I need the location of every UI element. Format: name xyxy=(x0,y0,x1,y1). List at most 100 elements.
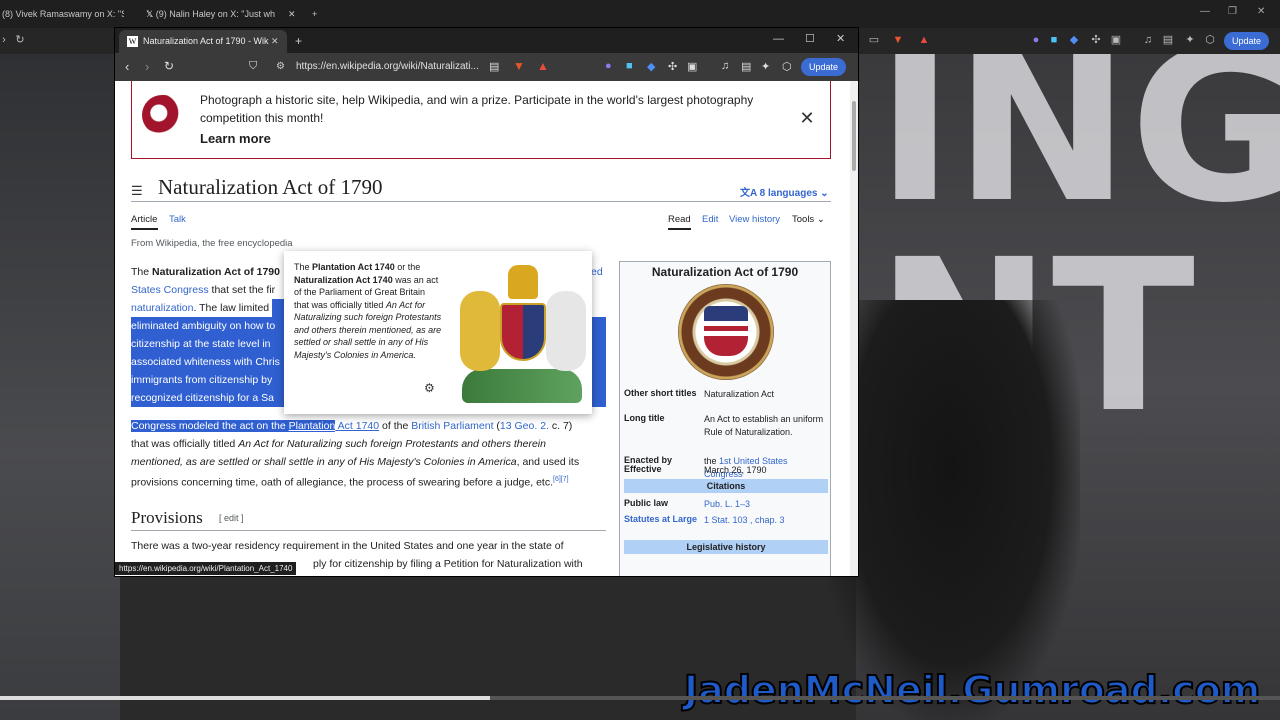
coat-base xyxy=(462,369,582,403)
legislative-history-header: Legislative history xyxy=(624,540,828,554)
vpn-icon[interactable]: ⬡ xyxy=(1204,34,1216,46)
page-preview-popup[interactable]: The Plantation Act 1740 or the Naturaliz… xyxy=(284,251,592,414)
languages-button[interactable]: 文A 8 languages ⌄ xyxy=(740,184,829,199)
coat-crown xyxy=(508,265,538,299)
extension-icon-2[interactable]: ■ xyxy=(626,60,633,72)
music-icon[interactable]: ♫ xyxy=(721,60,729,72)
close-window-icon[interactable]: ✕ xyxy=(1257,6,1265,17)
minimize-icon[interactable]: — xyxy=(1200,6,1210,17)
outer-tab-strip: (8) Vivek Ramaswamy on X: "Sta 𝕏 (9) Nal… xyxy=(0,0,1280,28)
extension-icon-3[interactable]: ◆ xyxy=(647,60,655,73)
ai-icon[interactable]: ✦ xyxy=(1184,34,1196,46)
inner-tab-strip: W Naturalization Act of 1790 - Wik ✕ + —… xyxy=(115,28,858,53)
brave-shield-icon[interactable]: ▼ xyxy=(513,59,525,73)
inner-browser-window: W Naturalization Act of 1790 - Wik ✕ + —… xyxy=(115,28,858,576)
back-icon[interactable]: › xyxy=(0,34,10,46)
table-of-contents-icon[interactable]: ☰ xyxy=(131,183,143,199)
restore-icon[interactable]: ❐ xyxy=(1228,6,1237,17)
new-tab-icon[interactable]: + xyxy=(295,34,302,48)
reload-icon[interactable]: ↻ xyxy=(164,59,174,73)
wallet-icon[interactable]: ▤ xyxy=(741,60,751,73)
vpn-icon[interactable]: ⬡ xyxy=(782,60,792,73)
coat-lion xyxy=(460,291,500,371)
active-tab[interactable]: W Naturalization Act of 1790 - Wik ✕ xyxy=(119,30,287,53)
watermark-text: JadenMcNeil.Gumroad.com xyxy=(683,667,1261,713)
tab-read[interactable]: Read xyxy=(668,214,691,225)
tools-menu[interactable]: Tools ⌄ xyxy=(792,214,825,225)
infobox: Other short titles Naturalization Act Lon… xyxy=(619,261,831,576)
inner-toolbar: ‹ › ↻ ⛉ ⚙ https://en.wikipedia.org/wiki/… xyxy=(115,53,858,81)
tab-view-history[interactable]: View history xyxy=(729,214,780,225)
reader-mode-icon[interactable]: ▤ xyxy=(489,60,499,73)
tab-talk[interactable]: Talk xyxy=(169,214,186,225)
new-tab-icon[interactable]: + xyxy=(312,4,322,24)
brave-shield-icon[interactable]: ▼ xyxy=(892,34,904,46)
screenshot-icon[interactable]: ▣ xyxy=(687,60,697,73)
tagline: From Wikipedia, the free encyclopedia xyxy=(131,238,293,249)
ai-icon[interactable]: ✦ xyxy=(761,60,770,73)
eagle-shield xyxy=(704,306,748,356)
music-icon[interactable]: ♫ xyxy=(1142,34,1154,46)
rewards-icon[interactable]: ▲ xyxy=(918,34,930,46)
video-left-region xyxy=(0,52,120,720)
page-scrollbar[interactable] xyxy=(850,81,858,576)
bookmark-icon[interactable]: ⛉ xyxy=(249,60,257,73)
rewards-icon[interactable]: ▲ xyxy=(537,59,549,73)
video-progress-bar[interactable] xyxy=(0,696,1280,700)
tab-edit[interactable]: Edit xyxy=(702,214,718,225)
seal-image xyxy=(678,284,774,380)
sidebar-icon[interactable]: ▭ xyxy=(868,34,880,46)
title-divider xyxy=(131,201,831,202)
provisions-edit-link[interactable]: [ edit ] xyxy=(219,513,244,523)
reload-icon[interactable]: ↻ xyxy=(14,34,26,46)
royal-coat-of-arms-image xyxy=(452,251,592,414)
close-icon[interactable]: ✕ xyxy=(794,105,820,131)
settings-gear-icon[interactable]: ⚙ xyxy=(424,381,435,395)
tab-read-underline xyxy=(668,228,691,230)
page-title: Naturalization Act of 1790 xyxy=(158,175,383,199)
infobox-title: Naturalization Act of 1790 xyxy=(651,265,799,279)
site-info-icon[interactable]: ⚙ xyxy=(276,57,285,77)
puzzle-icon[interactable]: ✣ xyxy=(668,60,677,73)
second-paragraph: Congress modeled the act on the Plantati… xyxy=(131,420,580,489)
tab-article[interactable]: Article xyxy=(131,214,157,225)
provisions-divider xyxy=(131,530,606,531)
extension-icon-1[interactable]: ● xyxy=(605,60,612,72)
banner-text: Photograph a historic site, help Wikiped… xyxy=(200,93,754,125)
wikipedia-favicon-icon: W xyxy=(127,36,138,47)
provisions-heading: Provisions xyxy=(131,508,203,527)
citations-header: Citations xyxy=(624,479,828,493)
forward-icon[interactable]: › xyxy=(145,59,149,74)
photo-contest-banner: Photograph a historic site, help Wikiped… xyxy=(131,81,831,159)
wallet-icon[interactable]: ▤ xyxy=(1162,34,1174,46)
address-bar[interactable]: ⚙ https://en.wikipedia.org/wiki/Naturali… xyxy=(270,57,500,77)
translate-icon: 文A xyxy=(740,188,760,199)
screenshot-icon[interactable]: ▣ xyxy=(1110,34,1122,46)
british-parliament-link[interactable]: British Parliament xyxy=(411,420,493,432)
minimize-icon[interactable]: — xyxy=(773,33,784,45)
outer-update-button[interactable]: Update xyxy=(1224,32,1270,50)
outer-tab-close-icon[interactable]: ✕ xyxy=(288,4,298,24)
extension-icon-1[interactable]: ● xyxy=(1030,34,1042,46)
maximize-icon[interactable]: ☐ xyxy=(805,32,815,45)
tab-article-underline xyxy=(131,228,158,230)
x-icon: 𝕏 xyxy=(146,9,156,19)
plantation-link[interactable]: Plantation xyxy=(288,420,336,432)
extension-icon-2[interactable]: ■ xyxy=(1048,34,1060,46)
status-bar-url: https://en.wikipedia.org/wiki/Plantation… xyxy=(115,562,297,575)
extension-icon-3[interactable]: ◆ xyxy=(1068,34,1080,46)
outer-tab-1[interactable]: (8) Vivek Ramaswamy on X: "Sta xyxy=(2,4,124,24)
tab-close-icon[interactable]: ✕ xyxy=(271,30,279,53)
wikipedia-page: Photograph a historic site, help Wikiped… xyxy=(115,81,850,576)
coat-shield xyxy=(500,303,546,361)
video-speaker-silhouette xyxy=(820,300,1080,720)
popup-extract: The Plantation Act 1740 or the Naturaliz… xyxy=(294,262,442,360)
outer-tab-2[interactable]: 𝕏 (9) Nalin Haley on X: "Just wh xyxy=(146,4,276,24)
close-window-icon[interactable]: ✕ xyxy=(836,32,845,45)
wiki-loves-monuments-logo-icon xyxy=(142,95,184,135)
update-button[interactable]: Update xyxy=(801,58,847,76)
puzzle-icon[interactable]: ✣ xyxy=(1090,34,1102,46)
coat-unicorn xyxy=(546,291,586,371)
back-icon[interactable]: ‹ xyxy=(125,59,129,74)
learn-more-link[interactable]: Learn more xyxy=(200,131,271,146)
